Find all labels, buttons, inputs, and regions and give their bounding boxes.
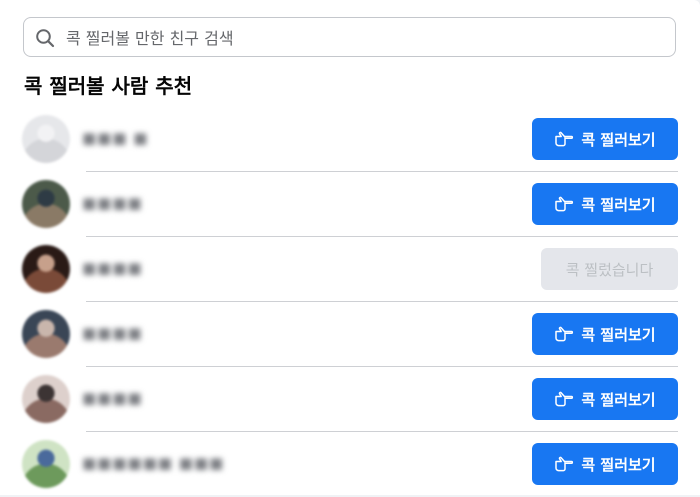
poke-button[interactable]: 콕 찔러보기 (532, 118, 678, 160)
avatar[interactable] (22, 115, 70, 163)
avatar[interactable] (22, 310, 70, 358)
person-name[interactable]: ■■■■ (82, 389, 143, 407)
button-label: 콕 찔러보기 (581, 195, 656, 214)
avatar[interactable] (22, 440, 70, 488)
button-label: 콕 찔렀습니다 (565, 260, 654, 279)
avatar[interactable] (22, 375, 70, 423)
poke-hand-icon (554, 129, 574, 149)
friend-search-box[interactable] (23, 17, 676, 58)
avatar[interactable] (22, 180, 70, 228)
person-name[interactable]: ■■■■ (82, 259, 143, 277)
poke-suggestions-panel: 콕 찔러볼 사람 추천 ■■■ ■ 콕 찔러보기 ■■■■ 콕 찔러보기 ■■■■ 콕 찔… (0, 0, 700, 495)
poke-hand-icon (554, 389, 574, 409)
poke-hand-icon (554, 194, 574, 214)
suggestion-row: ■■■■ 콕 찔러보기 (0, 172, 700, 237)
avatar[interactable] (22, 245, 70, 293)
person-name[interactable]: ■■■■ (82, 324, 143, 342)
suggestion-row: ■■■ ■ 콕 찔러보기 (0, 107, 700, 172)
poke-hand-icon (554, 454, 574, 474)
friend-search-input[interactable] (64, 18, 668, 58)
suggestion-list: ■■■ ■ 콕 찔러보기 ■■■■ 콕 찔러보기 ■■■■ 콕 찔렀습니다 ■■■■ 콕 찔러… (0, 107, 700, 497)
suggestion-row: ■■■■ 콕 찔러보기 (0, 367, 700, 432)
suggestion-row: ■■■■ 콕 찔러보기 (0, 302, 700, 367)
person-name[interactable]: ■■■■ (82, 194, 143, 212)
poke-button[interactable]: 콕 찔러보기 (532, 183, 678, 225)
person-name[interactable]: ■■■ ■ (82, 129, 148, 147)
suggestion-row: ■■■■■■ ■■■ 콕 찔러보기 (0, 432, 700, 497)
suggestion-row: ■■■■ 콕 찔렀습니다 (0, 237, 700, 302)
person-name[interactable]: ■■■■■■ ■■■ (82, 454, 224, 472)
poke-hand-icon (554, 324, 574, 344)
button-label: 콕 찔러보기 (581, 130, 656, 149)
button-label: 콕 찔러보기 (581, 390, 656, 409)
search-icon (36, 29, 55, 48)
button-label: 콕 찔러보기 (581, 325, 656, 344)
section-title: 콕 찔러볼 사람 추천 (24, 74, 193, 98)
poke-button[interactable]: 콕 찔러보기 (532, 313, 678, 355)
button-label: 콕 찔러보기 (581, 455, 656, 474)
poke-button[interactable]: 콕 찔러보기 (532, 443, 678, 485)
poke-button[interactable]: 콕 찔러보기 (532, 378, 678, 420)
poked-status-button: 콕 찔렀습니다 (541, 248, 678, 290)
